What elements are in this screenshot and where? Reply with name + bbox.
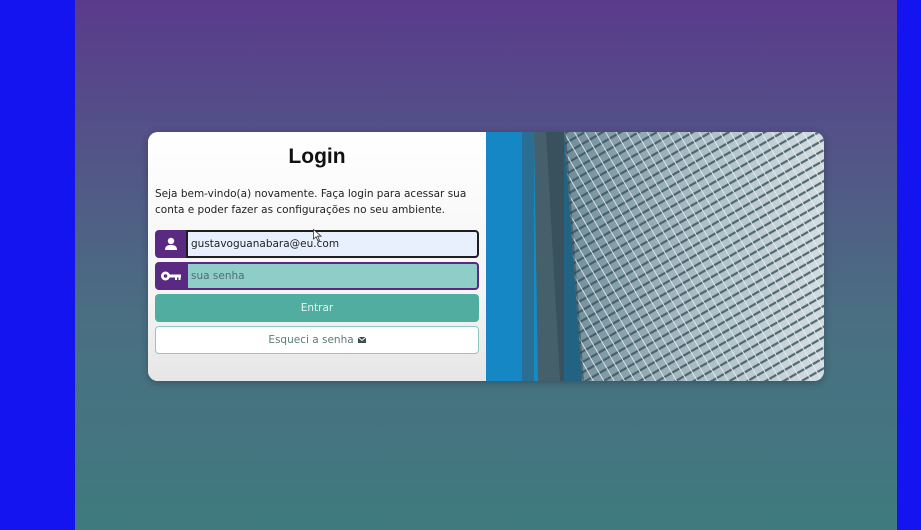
- email-field[interactable]: [186, 230, 479, 258]
- page-title: Login: [288, 145, 346, 168]
- password-field[interactable]: [186, 262, 479, 290]
- welcome-text: Seja bem-vindo(a) novamente. Faça login …: [155, 188, 467, 216]
- envelope-icon: [357, 337, 366, 343]
- login-form: Login Seja bem-vindo(a) novamente. Faça …: [148, 132, 486, 381]
- building-image: [486, 132, 824, 381]
- user-icon: [155, 230, 186, 258]
- mouse-cursor-icon: [313, 227, 323, 246]
- key-icon: [155, 262, 186, 290]
- forgot-password-button[interactable]: Esqueci a senha: [155, 326, 479, 354]
- login-card: Login Seja bem-vindo(a) novamente. Faça …: [148, 132, 824, 381]
- forgot-password-label: Esqueci a senha: [268, 334, 354, 346]
- enter-button[interactable]: Entrar: [155, 294, 479, 322]
- password-row: [155, 262, 479, 290]
- enter-button-label: Entrar: [300, 302, 334, 314]
